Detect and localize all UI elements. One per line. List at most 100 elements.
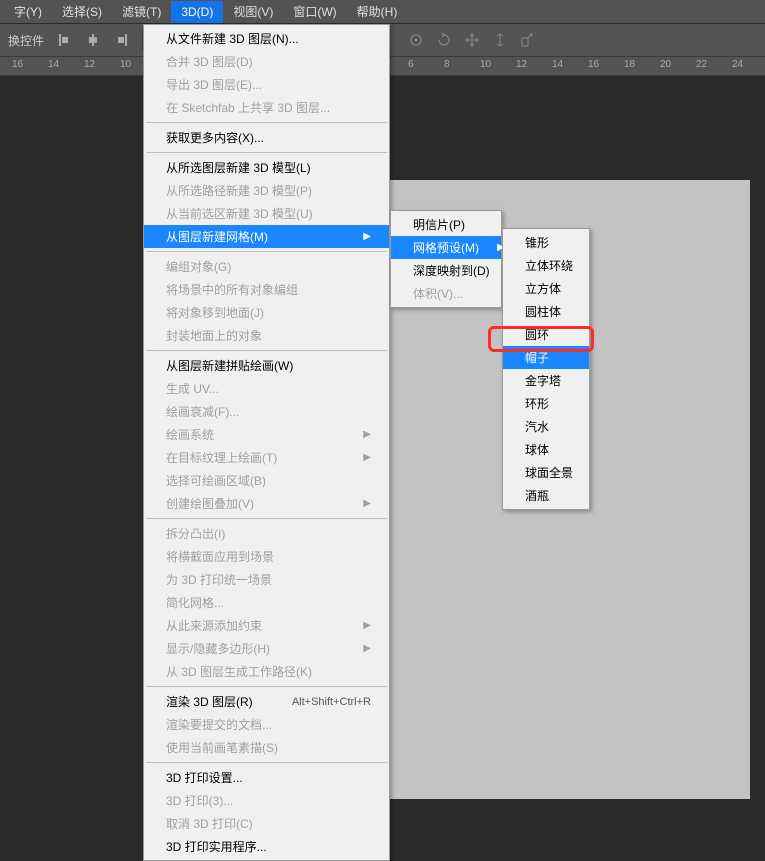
scale-icon[interactable] (517, 29, 539, 51)
pan-icon[interactable] (461, 29, 483, 51)
ruler-tick: 22 (696, 59, 707, 70)
menu-item[interactable]: 滤镜(T) (112, 0, 171, 24)
ruler-tick: 6 (408, 59, 414, 70)
menu-item: 导出 3D 图层(E)... (144, 73, 389, 96)
ruler-tick: 14 (48, 59, 59, 70)
menu-item: 将横截面应用到场景 (144, 545, 389, 568)
menu-item[interactable]: 立体环绕 (503, 254, 589, 277)
menu-item[interactable]: 从所选图层新建 3D 模型(L) (144, 156, 389, 179)
menu-item[interactable]: 窗口(W) (283, 0, 346, 24)
menu-item-label: 显示/隐藏多边形(H) (166, 640, 270, 657)
menu-item-label: 酒瓶 (525, 487, 549, 504)
menu-item[interactable]: 环形 (503, 392, 589, 415)
menu-item-label: 取消 3D 打印(C) (166, 815, 253, 832)
menu-item-label: 立体环绕 (525, 257, 573, 274)
menu-item[interactable]: 圆柱体 (503, 300, 589, 323)
menu-item-label: 网格预设(M) (413, 239, 479, 256)
menu-item-label: 球面全景 (525, 464, 573, 481)
menu-separator (146, 686, 387, 687)
ruler-tick: 10 (480, 59, 491, 70)
menu-item[interactable]: 立方体 (503, 277, 589, 300)
ruler-tick: 20 (660, 59, 671, 70)
menu-item[interactable]: 从图层新建网格(M)▶ (144, 225, 389, 248)
orbit-icon[interactable] (405, 29, 427, 51)
ruler-tick: 16 (12, 59, 23, 70)
menu-shortcut: Alt+Shift+Ctrl+R (292, 696, 371, 708)
menu-item: 绘画衰减(F)... (144, 400, 389, 423)
menu-item[interactable]: 明信片(P) (391, 213, 501, 236)
align-left-icon[interactable] (54, 29, 76, 51)
menu-item-label: 选择可绘画区域(B) (166, 472, 266, 489)
menu-separator (146, 152, 387, 153)
menu-item[interactable]: 汽水 (503, 415, 589, 438)
menu-item[interactable]: 3D 打印设置... (144, 766, 389, 789)
menu-item-label: 将场景中的所有对象编组 (166, 281, 298, 298)
menu-item[interactable]: 球体 (503, 438, 589, 461)
menu-item: 将对象移到地面(J) (144, 301, 389, 324)
menu-item-label: 生成 UV... (166, 380, 219, 397)
submenu-arrow-icon: ▶ (363, 620, 371, 631)
menu-item[interactable]: 从图层新建拼贴绘画(W) (144, 354, 389, 377)
menu-item-label: 3D 打印实用程序... (166, 838, 267, 855)
menu-item: 显示/隐藏多边形(H) ▶ (144, 637, 389, 660)
menu-item-label: 环形 (525, 395, 549, 412)
menu-item-label: 为 3D 打印统一场景 (166, 571, 272, 588)
menu-item-label: 渲染 3D 图层(R) (166, 693, 253, 710)
menu-item[interactable]: 3D(D) (171, 1, 223, 23)
menu-item[interactable]: 金字塔 (503, 369, 589, 392)
menu-item[interactable]: 深度映射到(D)▶ (391, 259, 501, 282)
menu-item: 封装地面上的对象 (144, 324, 389, 347)
menu-item-label: 导出 3D 图层(E)... (166, 76, 262, 93)
menu-item[interactable]: 帮助(H) (347, 0, 408, 24)
menu-item: 从此来源添加约束▶ (144, 614, 389, 637)
menu-item-label: 深度映射到(D) (413, 262, 490, 279)
menu-item: 合并 3D 图层(D) (144, 50, 389, 73)
ruler-tick: 14 (552, 59, 563, 70)
menu-item-label: 从文件新建 3D 图层(N)... (166, 30, 299, 47)
menu-item[interactable]: 球面全景 (503, 461, 589, 484)
menu-item-label: 拆分凸出(I) (166, 525, 225, 542)
menu-item-label: 在 Sketchfab 上共享 3D 图层... (166, 99, 330, 116)
menu-item-label: 圆环 (525, 326, 549, 343)
ruler-tick: 12 (84, 59, 95, 70)
menu-item-label: 立方体 (525, 280, 561, 297)
menu-item[interactable]: 锥形 (503, 231, 589, 254)
menu-item-label: 渲染要提交的文档... (166, 716, 272, 733)
menu-item[interactable]: 获取更多内容(X)... (144, 126, 389, 149)
menu-item[interactable]: 视图(V) (223, 0, 283, 24)
slide-icon[interactable] (489, 29, 511, 51)
menu-item-label: 帽子 (525, 349, 549, 366)
menu-item-label: 在目标纹理上绘画(T) (166, 449, 277, 466)
menu-item: 创建绘图叠加(V)▶ (144, 492, 389, 515)
menu-item-label: 3D 打印设置... (166, 769, 243, 786)
menu-item-label: 使用当前画笔素描(S) (166, 739, 278, 756)
menu-item-label: 获取更多内容(X)... (166, 129, 264, 146)
menu-separator (146, 518, 387, 519)
menu-separator (146, 762, 387, 763)
menu-item[interactable]: 从文件新建 3D 图层(N)... (144, 27, 389, 50)
3d-menu-dropdown: 从文件新建 3D 图层(N)... 合并 3D 图层(D) 导出 3D 图层(E).… (143, 24, 390, 861)
menu-item-label: 从图层新建拼贴绘画(W) (166, 357, 293, 374)
ruler-tick: 8 (444, 59, 450, 70)
menu-item: 取消 3D 打印(C) (144, 812, 389, 835)
menu-item: 使用当前画笔素描(S) (144, 736, 389, 759)
menu-item[interactable]: 网格预设(M)▶ (391, 236, 501, 259)
menu-item[interactable]: 字(Y) (4, 0, 52, 24)
menu-separator (146, 251, 387, 252)
submenu-arrow-icon: ▶ (363, 643, 371, 654)
menu-item[interactable]: 渲染 3D 图层(R) Alt+Shift+Ctrl+R (144, 690, 389, 713)
menu-item[interactable]: 酒瓶 (503, 484, 589, 507)
menu-item-label: 绘画衰减(F)... (166, 403, 239, 420)
align-center-h-icon[interactable] (82, 29, 104, 51)
menu-item[interactable]: 选择(S) (52, 0, 112, 24)
menu-item[interactable]: 3D 打印实用程序... (144, 835, 389, 858)
menu-item-label: 汽水 (525, 418, 549, 435)
menu-item: 从当前选区新建 3D 模型(U) (144, 202, 389, 225)
menu-item-label: 球体 (525, 441, 549, 458)
align-right-icon[interactable] (110, 29, 132, 51)
roll-icon[interactable] (433, 29, 455, 51)
menu-item[interactable]: 帽子 (503, 346, 589, 369)
menu-item: 在目标纹理上绘画(T)▶ (144, 446, 389, 469)
menu-item-label: 从当前选区新建 3D 模型(U) (166, 205, 313, 222)
menu-item[interactable]: 圆环 (503, 323, 589, 346)
